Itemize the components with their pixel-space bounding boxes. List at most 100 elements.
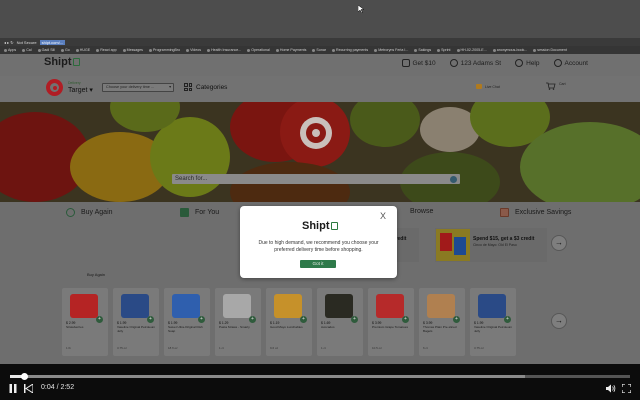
bookmark-item[interactable]: Sakings — [414, 48, 431, 52]
product-size: 1 ct — [321, 346, 326, 350]
add-to-cart-plus-icon[interactable]: + — [453, 316, 460, 323]
nav-browse[interactable]: Browse — [410, 208, 433, 215]
bookmark-item[interactable]: Operational — [247, 48, 270, 52]
cart-button[interactable]: Cart — [546, 82, 566, 90]
product-image — [121, 294, 149, 318]
promo-card[interactable]: Spend $15, get a $3 credit Cinco de Mayo… — [435, 228, 547, 262]
bookmark-item[interactable]: Videos — [186, 48, 201, 52]
got-it-button[interactable]: Got it — [300, 260, 336, 268]
product-card[interactable]: + $ 1.69 Avocados 1 ct — [317, 288, 363, 356]
video-top-area — [0, 0, 640, 38]
pause-icon[interactable] — [9, 384, 17, 393]
products-next-arrow-icon[interactable]: → — [551, 313, 567, 329]
product-card[interactable]: + $ 1.99 Vaseline Original Petroleum Jelly… — [113, 288, 159, 356]
product-card[interactable]: + $ 1.19 Good Mayo Lunchables 9.6 oz — [266, 288, 312, 356]
fullscreen-icon[interactable] — [622, 384, 631, 393]
bookmark-item[interactable]: Recurring payments — [332, 48, 368, 52]
delivery-time-placeholder: Choose your delivery time ... — [106, 85, 155, 89]
bookmark-item[interactable]: Messages — [122, 48, 143, 52]
product-card[interactable]: + $ 1.99 Sweet Ultra-Original Dish Soap 18 … — [164, 288, 210, 356]
address-bar[interactable]: ◂ ▸ ↻ Not Secure shipt.com/... — [0, 38, 640, 46]
product-image — [478, 294, 506, 318]
add-to-cart-plus-icon[interactable]: + — [198, 316, 205, 323]
address-link[interactable]: 123 Adams St — [449, 59, 501, 67]
modal-brand-text: Shipt — [302, 220, 330, 232]
skip-back-icon[interactable] — [24, 384, 33, 393]
bookmark-favicon-icon — [332, 48, 336, 52]
bookmark-favicon-icon — [492, 48, 496, 52]
product-image — [172, 294, 200, 318]
add-to-cart-plus-icon[interactable]: + — [402, 316, 409, 323]
bookmark-item[interactable]: Gadi Sill — [37, 48, 55, 52]
bookmark-item[interactable]: Sonar — [312, 48, 326, 52]
product-card[interactable]: + $ 1.29 Pasta Straws - Smarty 1 ct — [215, 288, 261, 356]
product-card[interactable]: + $ 3.99 Thomas Plain Pre-sliced Bagels 6 c… — [419, 288, 465, 356]
add-to-cart-plus-icon[interactable]: + — [96, 316, 103, 323]
bookmark-item[interactable]: Apps — [4, 48, 16, 52]
shipt-bag-icon — [72, 58, 80, 66]
delivery-time-select[interactable]: Choose your delivery time ... ▾ — [102, 83, 174, 92]
bookmark-favicon-icon — [374, 48, 378, 52]
promos-next-arrow-icon[interactable]: → — [551, 235, 567, 251]
nav-for-you[interactable]: For You — [180, 208, 219, 217]
add-to-cart-plus-icon[interactable]: + — [147, 316, 154, 323]
bookmark-item[interactable]: Go — [61, 48, 70, 52]
target-logo[interactable] — [46, 79, 63, 96]
nav-buy-again[interactable]: Buy Again — [66, 208, 113, 217]
bookmark-label: Health Insurance... — [211, 48, 242, 52]
account-label: Account — [564, 59, 589, 67]
search-input[interactable]: Search for... — [172, 174, 460, 184]
store-name-dropdown[interactable]: Target ▾ — [68, 86, 93, 94]
store-name: Target — [68, 87, 88, 94]
add-to-cart-plus-icon[interactable]: + — [300, 316, 307, 323]
bookmark-favicon-icon — [247, 48, 251, 52]
mouse-cursor-icon — [358, 5, 364, 13]
product-name: Good Mayo Lunchables — [270, 325, 303, 329]
categories-button[interactable]: Categories — [184, 83, 227, 91]
bookmark-label: React app — [100, 48, 117, 52]
bookmark-favicon-icon — [148, 48, 152, 52]
live-chat-button[interactable]: Live Chat — [476, 84, 500, 89]
product-card[interactable]: + $ 3.99 Premium Grape Tomatoes 10.5 oz — [368, 288, 414, 356]
bookmark-label: Operational — [251, 48, 270, 52]
product-card[interactable]: + $ 1.99 Vaseline Original Petroleum Jelly… — [470, 288, 516, 356]
add-to-cart-plus-icon[interactable]: + — [504, 316, 511, 323]
close-icon[interactable]: X — [380, 211, 386, 221]
bookmark-label: Sakings — [418, 48, 432, 52]
bookmark-item[interactable]: Health Insurance... — [207, 48, 241, 52]
bookmark-item[interactable]: Metroryns Feria I... — [374, 48, 408, 52]
bookmark-item[interactable]: Cal — [22, 48, 32, 52]
bookmark-item[interactable]: Sprint — [437, 48, 451, 52]
bookmark-favicon-icon — [456, 48, 460, 52]
bookmark-item[interactable]: anonymous-book... — [492, 48, 527, 52]
bookmark-item[interactable]: ProgrammingBro — [148, 48, 180, 52]
add-to-cart-plus-icon[interactable]: + — [249, 316, 256, 323]
bookmark-item[interactable]: Home Payments — [275, 48, 306, 52]
product-name: Thomas Plain Pre-sliced Bagels — [423, 325, 457, 333]
video-progress-bar[interactable] — [10, 373, 630, 380]
bookmark-item[interactable]: React app — [96, 48, 117, 52]
shipt-logo[interactable]: Shipt — [44, 56, 80, 68]
bookmark-item[interactable]: session Document — [533, 48, 567, 52]
categories-label: Categories — [196, 83, 228, 91]
video-progress-knob[interactable] — [21, 373, 29, 380]
search-icon[interactable] — [450, 175, 457, 183]
product-name: Pasta Straws - Smarty — [219, 325, 250, 329]
bookmark-label: Gadi Sill — [41, 48, 55, 52]
nav-exclusive-savings[interactable]: Exclusive Savings — [500, 208, 571, 217]
nav-arrows-icon[interactable]: ◂ ▸ ↻ — [4, 40, 14, 45]
bookmark-favicon-icon — [22, 48, 26, 52]
account-link[interactable]: Account — [553, 59, 589, 67]
url-text[interactable]: shipt.com/... — [39, 39, 66, 45]
add-to-cart-plus-icon[interactable]: + — [351, 316, 358, 323]
nav-buy-again-label: Buy Again — [81, 209, 113, 216]
help-link[interactable]: Help — [515, 59, 540, 67]
bookmark-item[interactable]: HUGE — [75, 48, 90, 52]
video-time: 0:04 / 2:52 — [41, 384, 75, 391]
volume-icon[interactable] — [606, 384, 616, 393]
product-size: 3.75 oz — [117, 346, 127, 350]
bookmark-item[interactable]: HH-02-2005-E... — [456, 48, 487, 52]
get-credit-link[interactable]: Get $10 — [401, 59, 436, 67]
get-credit-label: Get $10 — [412, 59, 436, 67]
product-card[interactable]: + $ 2.99 Strawberries 1 lb — [62, 288, 108, 356]
